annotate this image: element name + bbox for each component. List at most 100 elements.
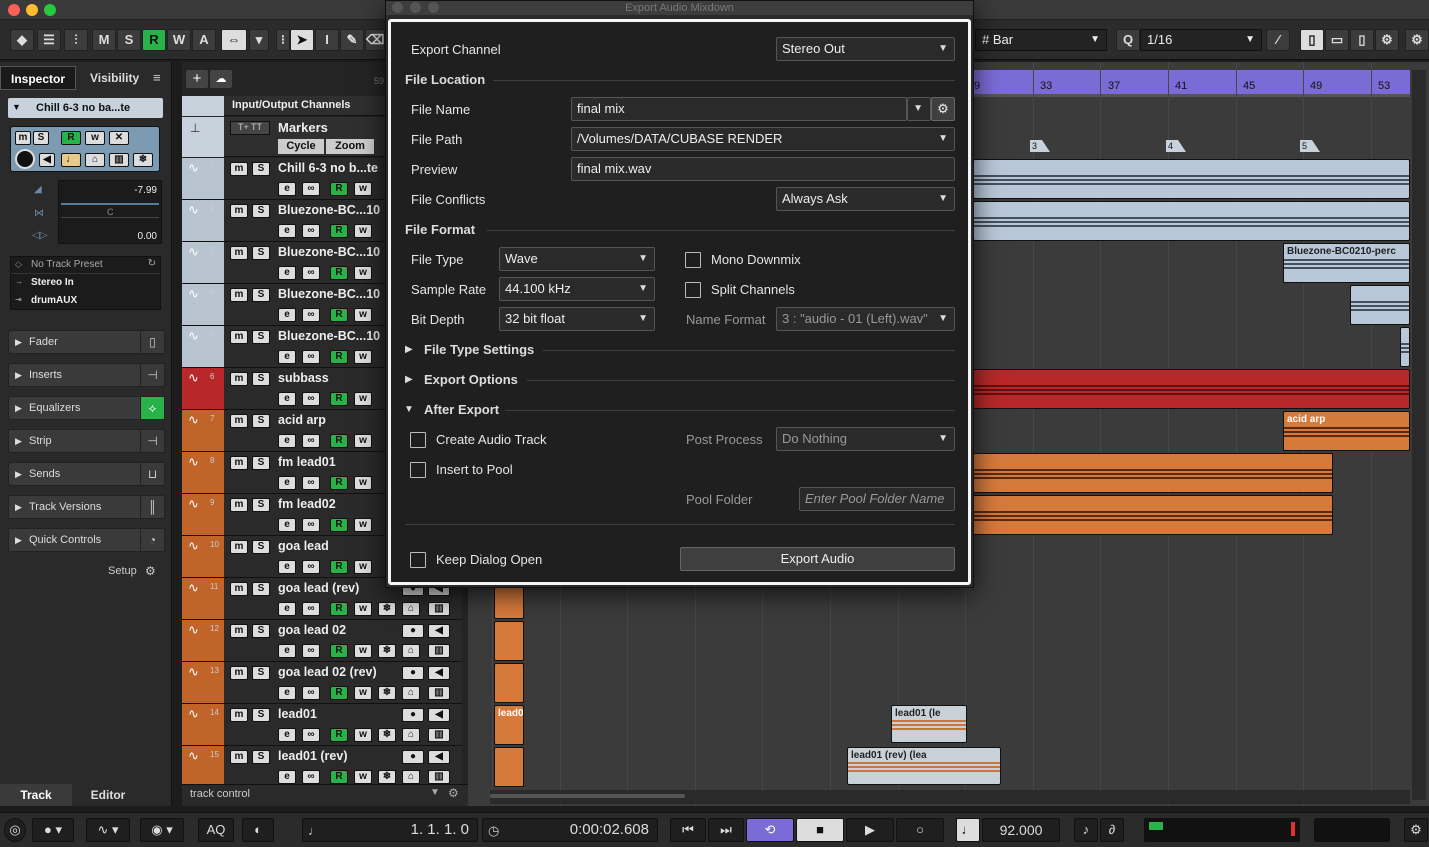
right-zone-icon[interactable]: ▯ (1350, 29, 1374, 51)
track-name[interactable]: Bluezone-BC...10 (278, 329, 380, 343)
tab-editor[interactable]: Editor (72, 784, 144, 806)
zoom-window-button[interactable] (44, 4, 56, 16)
menu-icon[interactable]: ≡ (153, 70, 161, 85)
section-equalizers[interactable]: ▶ Equalizers ⟡ (8, 396, 165, 420)
export-audio-button[interactable]: Export Audio (680, 547, 955, 571)
sample-rate-dropdown[interactable]: 44.100 kHz ▼ (499, 277, 655, 301)
edit-channel-icon[interactable]: e (278, 350, 296, 364)
settings-gear-icon[interactable]: ⚙ (1405, 29, 1429, 51)
chevron-down-icon[interactable]: ▾ (249, 29, 269, 51)
write-button[interactable]: w (354, 644, 372, 658)
edit-channel-icon[interactable]: e (278, 308, 296, 322)
link-icon[interactable]: ∞ (302, 686, 320, 700)
marker[interactable]: 4 (1166, 140, 1186, 152)
solo-button[interactable]: S (252, 498, 270, 512)
record-mode-icon[interactable]: ● ▾ (32, 818, 74, 842)
lock-icon[interactable]: ⌂ (402, 686, 420, 700)
freeze-icon[interactable]: ❄ (378, 602, 396, 616)
link-icon[interactable]: ∞ (302, 518, 320, 532)
monitor-icon[interactable]: ◀ (428, 624, 450, 638)
insert-to-pool-checkbox[interactable] (410, 462, 426, 478)
file-conflicts-dropdown[interactable]: Always Ask ▼ (776, 187, 955, 211)
freeze-icon[interactable]: ❄ (378, 644, 396, 658)
track-preset[interactable]: No Track Preset (31, 259, 103, 270)
snap-type-dropdown[interactable]: # Bar ▼ (975, 29, 1107, 51)
audio-event[interactable] (1350, 285, 1410, 325)
audio-event[interactable] (973, 159, 1410, 199)
track-name[interactable]: goa lead (rev) (278, 581, 359, 595)
lanes-icon[interactable]: ▥ (428, 686, 450, 700)
solo-button[interactable]: S (252, 540, 270, 554)
track-name[interactable]: Bluezone-BC...10 (278, 287, 380, 301)
read-button[interactable]: R (330, 560, 348, 574)
lanes-icon[interactable]: ▥ (428, 728, 450, 742)
write-button[interactable]: w (354, 434, 372, 448)
solo-button[interactable]: S (252, 372, 270, 386)
track-row[interactable]: ∿ 13 m Sgoa lead 02 (rev) e ∞ Rw ● ◀ ❄ ⌂ ▥ (182, 662, 462, 704)
read-automation-button[interactable]: R (142, 29, 166, 51)
track-name[interactable]: Chill 6-3 no b...te (278, 161, 378, 175)
mute-button[interactable]: m (230, 372, 248, 386)
cycle-dropdown[interactable]: Cycle (278, 139, 324, 154)
lock-icon[interactable]: ⌂ (85, 153, 105, 167)
edit-channel-icon[interactable]: e (278, 728, 296, 742)
read-button[interactable]: R (330, 182, 348, 196)
track-name[interactable]: lead01 (278, 707, 317, 721)
edit-channel-icon[interactable]: e (278, 392, 296, 406)
minimize-window-button[interactable] (26, 4, 38, 16)
output-routing[interactable]: drumAUX (31, 295, 77, 306)
iterative-quantize-icon[interactable]: ⁄ (1266, 29, 1290, 51)
keep-dialog-open-checkbox[interactable] (410, 552, 426, 568)
autoscroll-icon[interactable]: ⇔ (221, 29, 247, 51)
link-icon[interactable]: ∞ (302, 392, 320, 406)
link-icon[interactable]: ∞ (302, 308, 320, 322)
write-button[interactable]: w (354, 266, 372, 280)
audio-event[interactable]: lead01 (rev) (lea (847, 747, 1001, 785)
audio-event[interactable] (973, 201, 1410, 241)
file-type-settings-heading[interactable]: File Type Settings (424, 342, 534, 357)
mute-button[interactable]: m (230, 582, 248, 596)
marker[interactable]: 5 (1300, 140, 1320, 152)
monitor-icon[interactable]: ◀ (39, 153, 55, 167)
mute-button[interactable]: m (230, 666, 248, 680)
solo-button[interactable]: S (252, 666, 270, 680)
vertical-scrollbar[interactable] (1412, 70, 1426, 800)
link-icon[interactable]: ∞ (302, 602, 320, 616)
track-row[interactable]: ∿ 15 m Slead01 (rev) e ∞ Rw ● ◀ ❄ ⌂ ▥ (182, 746, 462, 788)
track-name[interactable]: Bluezone-BC...10 (278, 245, 380, 259)
freeze-icon[interactable]: ❄ (378, 728, 396, 742)
mono-downmix-checkbox[interactable] (685, 252, 701, 268)
quantize-icon[interactable]: Q (1116, 29, 1140, 51)
write-button[interactable]: w (354, 686, 372, 700)
track-name[interactable]: acid arp (278, 413, 326, 427)
link-icon[interactable]: ∞ (302, 560, 320, 574)
tab-track[interactable]: Track (0, 784, 72, 806)
lock-icon[interactable]: ⌂ (402, 602, 420, 616)
track-name[interactable]: goa lead 02 (278, 623, 346, 637)
read-button[interactable]: R (330, 266, 348, 280)
export-channel-dropdown[interactable]: Stereo Out ▼ (776, 37, 955, 61)
quantize-preset-dropdown[interactable]: 1/16 ▼ (1140, 29, 1262, 51)
audio-event[interactable]: lead0 (494, 705, 524, 745)
lock-icon[interactable]: ⌂ (402, 644, 420, 658)
go-to-end-icon[interactable]: ⏭ (708, 818, 744, 842)
record-enable-icon[interactable]: ● (402, 624, 424, 638)
lock-icon[interactable]: ⌂ (402, 770, 420, 784)
close-window-button[interactable] (8, 4, 20, 16)
link-icon[interactable]: ∞ (302, 476, 320, 490)
edit-channel-icon[interactable]: e (278, 224, 296, 238)
solo-button[interactable]: S (252, 288, 270, 302)
mute-button[interactable]: m (230, 246, 248, 260)
solo-button[interactable]: S (252, 708, 270, 722)
edit-channel-icon[interactable]: e (278, 434, 296, 448)
link-icon[interactable]: ∞ (302, 644, 320, 658)
edit-channel-icon[interactable]: e (278, 644, 296, 658)
write-automation-button[interactable]: W (167, 29, 191, 51)
input-routing[interactable]: Stereo In (31, 277, 74, 288)
link-icon[interactable]: ∞ (302, 770, 320, 784)
record-enable-icon[interactable]: ● (402, 708, 424, 722)
read-button[interactable]: R (330, 392, 348, 406)
lanes-icon[interactable]: ▥ (428, 644, 450, 658)
link-icon[interactable]: ∞ (302, 728, 320, 742)
post-process-dropdown[interactable]: Do Nothing ▼ (776, 427, 955, 451)
